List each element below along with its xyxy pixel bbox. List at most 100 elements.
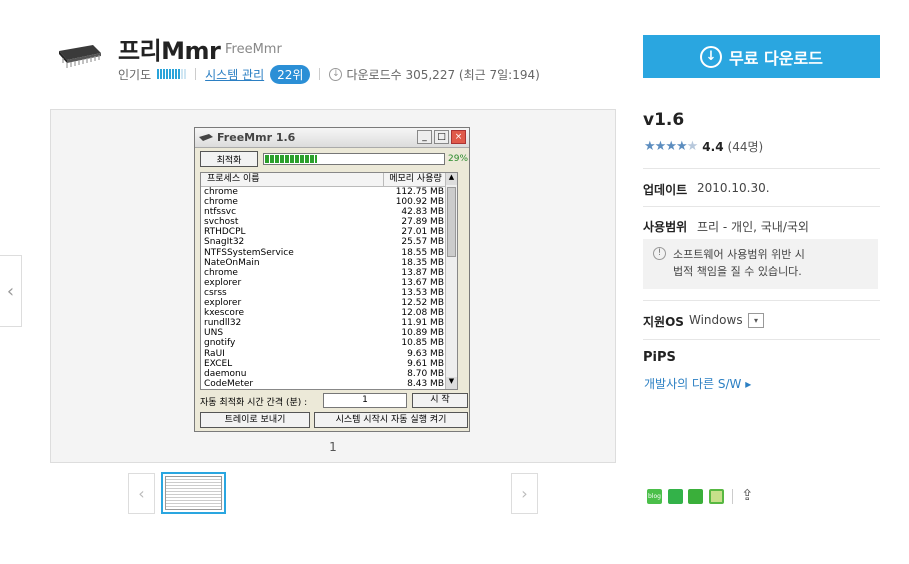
info-icon: ! — [653, 247, 666, 260]
star-icon: ★ — [675, 139, 688, 154]
close-icon: × — [451, 130, 466, 144]
scroll-thumb — [447, 187, 456, 257]
process-name: RaUI — [204, 348, 225, 359]
process-name: daemonu — [204, 368, 247, 379]
list-item: svchost 27.89 MB — [201, 217, 457, 227]
process-memory: 13.67 MB — [401, 277, 444, 288]
process-name: chrome — [204, 197, 238, 208]
update-label: 업데이트 — [643, 183, 688, 197]
os-label: 지원OS — [643, 315, 684, 329]
process-name: RTHDCPL — [204, 227, 246, 238]
process-rows: chrome 112.75 MB chrome 100.92 MB ntfssvc 42.… — [201, 187, 457, 389]
memo-icon[interactable] — [709, 489, 724, 504]
window-title: FreeMmr 1.6 — [217, 131, 296, 144]
list-item: csrss 13.53 MB — [201, 288, 457, 298]
process-name: CodeMeter — [204, 378, 254, 389]
process-name: ntfssvc — [204, 207, 237, 218]
divider — [319, 68, 321, 80]
screenshot-viewer: FreeMmr 1.6 _ □ × 최적화 29% 프로세스 이름 메모리 사용… — [50, 109, 616, 463]
rank-badge[interactable]: 22위 — [270, 64, 311, 84]
developer-other-software-link[interactable]: 개발사의 다른 S/W ▸ — [644, 375, 751, 392]
cafe-icon[interactable] — [668, 489, 683, 504]
list-item: NateOnMain 18.35 MB — [201, 258, 457, 268]
license-value: 프리 - 개인, 국내/국외 — [697, 220, 809, 234]
list-item: CodeMeter 8.43 MB — [201, 379, 457, 389]
divider — [643, 206, 880, 207]
process-name: rundll32 — [204, 318, 242, 329]
process-memory: 12.08 MB — [401, 308, 444, 319]
category-link[interactable]: 시스템 관리 — [205, 66, 264, 83]
send-to-tray-button: 트레이로 보내기 — [200, 412, 310, 428]
window-app-icon — [199, 133, 213, 141]
list-header: 프로세스 이름 메모리 사용량 — [201, 173, 457, 187]
process-name: chrome — [204, 187, 238, 197]
thumb-next-icon[interactable]: › — [511, 473, 538, 514]
popularity-label: 인기도 — [118, 67, 152, 82]
maximize-icon: □ — [434, 130, 449, 144]
process-memory: 112.75 MB — [395, 187, 444, 197]
list-item: explorer 12.52 MB — [201, 298, 457, 308]
process-name: EXCEL — [204, 358, 233, 369]
scroll-up-icon: ▲ — [446, 173, 457, 185]
app-screenshot-window: FreeMmr 1.6 _ □ × 최적화 29% 프로세스 이름 메모리 사용… — [194, 127, 470, 432]
progress-percent: 29% — [448, 154, 469, 164]
process-memory: 10.89 MB — [401, 328, 444, 339]
divider — [195, 68, 197, 80]
free-download-button[interactable]: ↓ 무료 다운로드 — [643, 35, 880, 78]
process-name: explorer — [204, 298, 242, 309]
divider — [643, 300, 880, 301]
process-memory: 27.01 MB — [401, 227, 444, 238]
rating-count: (44명) — [727, 140, 764, 154]
thumbnail-1[interactable] — [161, 472, 226, 514]
blog-icon[interactable]: blog — [647, 489, 662, 504]
process-memory: 8.70 MB — [407, 368, 444, 379]
start-button: 시 작 — [412, 393, 468, 408]
os-dropdown-icon[interactable]: ▾ — [748, 313, 764, 328]
list-item: RaUI 9.63 MB — [201, 349, 457, 359]
download-button-label: 무료 다운로드 — [729, 48, 823, 68]
app-icon — [55, 41, 103, 71]
bookmark-icon[interactable] — [688, 489, 703, 504]
list-item: chrome 13.87 MB — [201, 268, 457, 278]
thumb-prev-icon[interactable]: ‹ — [128, 473, 155, 514]
col-process-name: 프로세스 이름 — [201, 173, 384, 186]
list-item: kxescore 12.08 MB — [201, 308, 457, 318]
process-memory: 25.57 MB — [401, 237, 444, 248]
license-notice: ! 소프트웨어 사용범위 위반 시 법적 책임을 질 수 있습니다. — [643, 239, 878, 289]
share-icon[interactable]: ⇪ — [741, 486, 754, 504]
list-item: gnotify 10.85 MB — [201, 338, 457, 348]
scroll-down-icon: ▼ — [446, 377, 457, 389]
os-value: Windows — [689, 313, 743, 327]
process-memory: 13.87 MB — [401, 267, 444, 278]
list-scrollbar: ▲ ▼ — [445, 173, 457, 389]
divider — [643, 339, 880, 340]
progress-fill — [265, 155, 317, 163]
list-item: daemonu 8.70 MB — [201, 369, 457, 379]
app-title: 프리Mmr — [118, 37, 221, 65]
process-memory: 11.91 MB — [401, 318, 444, 329]
process-memory: 10.85 MB — [401, 338, 444, 349]
process-memory: 42.83 MB — [401, 207, 444, 218]
process-name: chrome — [204, 267, 238, 278]
prev-page-arrow-icon[interactable]: ‹ — [0, 255, 22, 327]
meta-row: 인기도 시스템 관리 22위 ↓ 다운로드수 305,227 (최근 7일:19… — [118, 64, 540, 84]
divider — [732, 489, 733, 504]
process-memory: 12.52 MB — [401, 298, 444, 309]
star-half-icon: ★ — [686, 139, 699, 154]
process-name: explorer — [204, 277, 242, 288]
version: v1.6 — [643, 110, 685, 130]
process-list: 프로세스 이름 메모리 사용량 chrome 112.75 MB chrome 100… — [200, 172, 458, 390]
process-memory: 9.61 MB — [407, 358, 444, 369]
interval-input: 1 — [323, 393, 407, 408]
list-item: ntfssvc 42.83 MB — [201, 207, 457, 217]
process-memory: 18.35 MB — [401, 257, 444, 268]
list-item: rundll32 11.91 MB — [201, 318, 457, 328]
process-name: UNS — [204, 328, 224, 339]
popularity-bars — [157, 69, 187, 79]
list-item: NTFSSystemService 18.55 MB — [201, 248, 457, 258]
list-item: UNS 10.89 MB — [201, 328, 457, 338]
app-subtitle: FreeMmr — [225, 42, 282, 57]
star-icon: ★ — [665, 139, 677, 154]
process-memory: 9.63 MB — [407, 348, 444, 359]
autostart-button: 시스템 시작시 자동 실행 켜기 — [314, 412, 468, 428]
